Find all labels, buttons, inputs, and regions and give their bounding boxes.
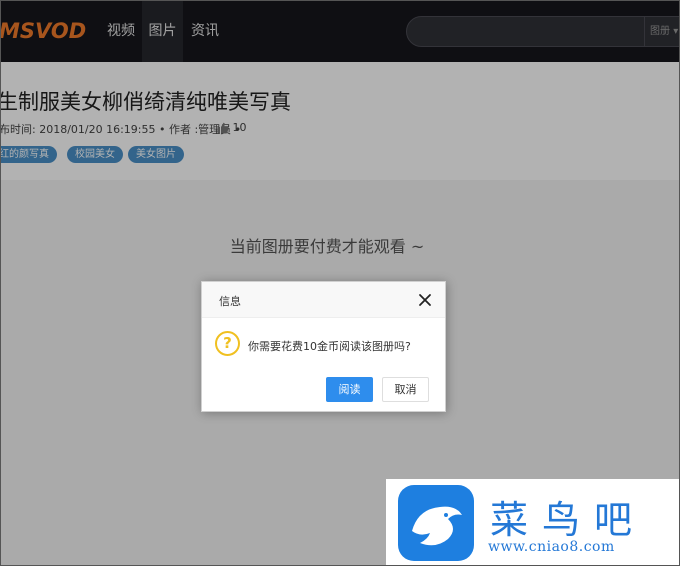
browser-frame: MSVOD 视频 图片 资讯 图册 ▾ 生制服美女柳俏绮清纯唯美写真 布时间: …: [0, 0, 680, 566]
dialog-title: 信息: [219, 295, 241, 308]
bird-icon: [412, 506, 462, 546]
watermark-url: www.cniao8.com: [488, 539, 615, 555]
dialog-message: 你需要花费10金币阅读该图册吗?: [248, 340, 411, 353]
watermark: 菜鸟吧 www.cniao8.com: [386, 479, 679, 565]
dialog-header: 信息: [202, 282, 445, 318]
watermark-name: 菜鸟吧: [490, 498, 647, 542]
bird-logo-icon: [398, 485, 474, 561]
close-icon[interactable]: [418, 293, 432, 307]
question-icon: ?: [215, 331, 240, 356]
confirm-dialog: 信息 ? 你需要花费10金币阅读该图册吗? 阅读 取消: [201, 281, 446, 412]
read-button[interactable]: 阅读: [326, 377, 373, 402]
cancel-button[interactable]: 取消: [382, 377, 429, 402]
